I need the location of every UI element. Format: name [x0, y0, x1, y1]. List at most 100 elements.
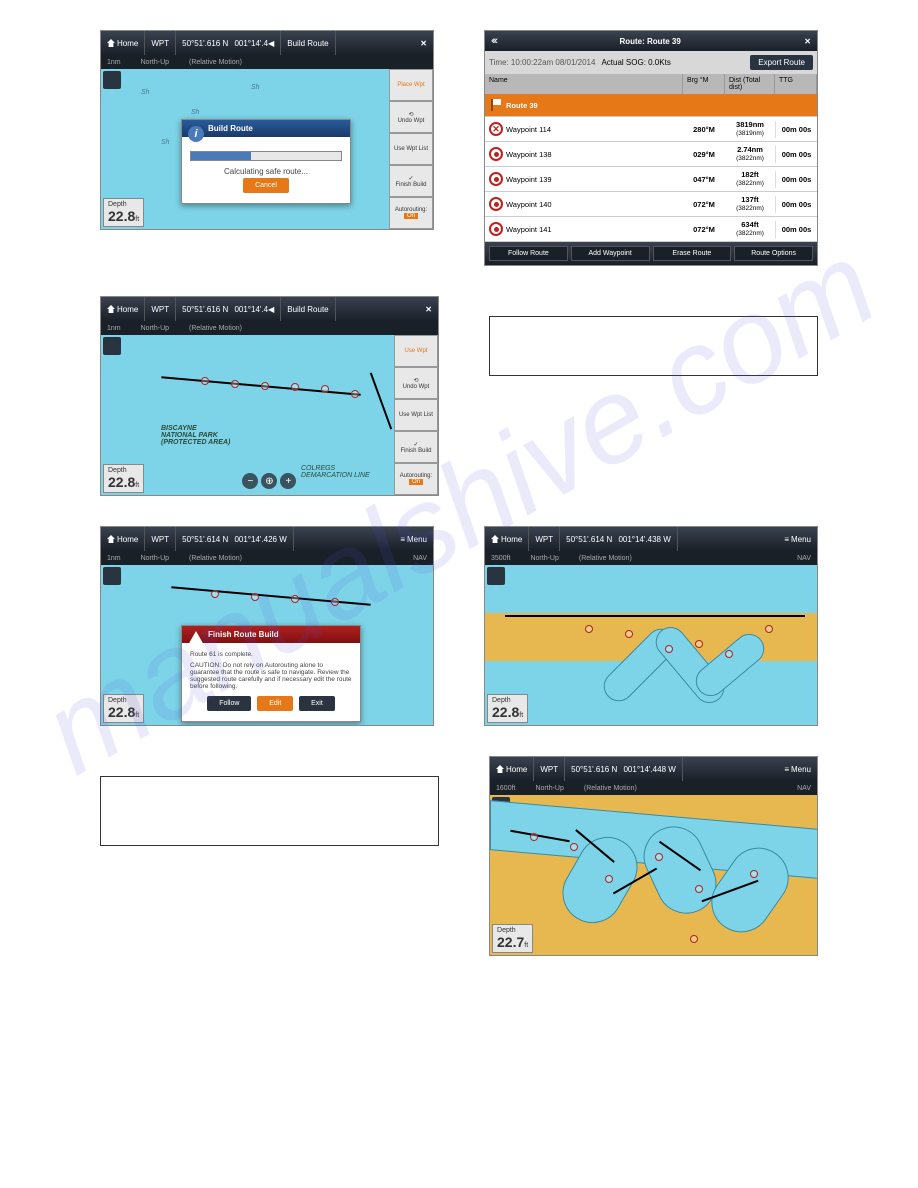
position-readout: 50°51'.614 N 001°14'.438 W: [560, 527, 678, 551]
wpt-button[interactable]: WPT: [529, 527, 560, 551]
chart-area[interactable]: BISCAYNE NATIONAL PARK (PROTECTED AREA) …: [101, 335, 438, 495]
waypoint-icon: [489, 172, 503, 186]
route-footer: Follow Route Add Waypoint Erase Route Ro…: [485, 242, 817, 265]
chart-label: BISCAYNE NATIONAL PARK (PROTECTED AREA): [161, 425, 230, 446]
zoom-in-button[interactable]: +: [280, 473, 296, 489]
autorouting-toggle[interactable]: Autorouting:On: [389, 197, 433, 229]
screenshot-river-wide: Home WPT 50°51'.614 N 001°14'.438 W ≡ Me…: [484, 526, 818, 726]
menu-button[interactable]: ≡ Menu: [778, 527, 817, 551]
ttg-cell: 00m 00s: [775, 121, 817, 138]
waypoint-name: Waypoint 114: [506, 125, 551, 134]
wpt-button[interactable]: WPT: [534, 757, 565, 781]
side-tools: Place Wpt ⟲Undo Wpt Use Wpt List ✓Finish…: [389, 69, 433, 229]
route-info-bar: Time: 10:00:22am 08/01/2014 Actual SOG: …: [485, 51, 817, 74]
screenshot-route-waypoints: Home WPT 50°51'.616 N 001°14'.4◀ Build R…: [100, 296, 439, 496]
table-row[interactable]: Waypoint 139047°M182ft(3822nm)00m 00s: [485, 167, 817, 192]
dialog-line1: Route 61 is complete.: [190, 651, 352, 658]
route-header: ‹‹‹ Route: Route 39 ✕: [485, 31, 817, 51]
chart-label: COLREGS DEMARCATION LINE: [301, 465, 370, 479]
menu-button[interactable]: ≡ Menu: [778, 757, 817, 781]
chart-area[interactable]: Depth22.8ft: [485, 565, 817, 725]
table-row[interactable]: Waypoint 141072°M634ft(3822nm)00m 00s: [485, 217, 817, 242]
home-label: Home: [117, 39, 138, 48]
menu-button[interactable]: ≡ Menu: [394, 527, 433, 551]
build-route-dialog: i Build Route Calculating safe route... …: [181, 119, 351, 204]
waypoint-icon: [489, 147, 503, 161]
distance-cell: 634ft(3822nm): [725, 217, 775, 241]
bearing-cell: 072°M: [683, 221, 725, 238]
chart-area[interactable]: Depth22.7ft: [490, 795, 817, 955]
waypoint-name: Waypoint 140: [506, 200, 552, 209]
route-time: Time: 10:00:22am 08/01/2014: [489, 58, 595, 67]
wpt-button[interactable]: WPT: [145, 297, 176, 321]
zoom-center-button[interactable]: ⊕: [261, 473, 277, 489]
edit-button[interactable]: Edit: [257, 696, 293, 711]
tool-btn[interactable]: [103, 337, 121, 355]
distance-cell: 182ft(3822nm): [725, 167, 775, 191]
dialog-message: Calculating safe route...: [190, 167, 342, 176]
home-button[interactable]: Home: [490, 757, 534, 781]
home-button[interactable]: Home: [485, 527, 529, 551]
table-row[interactable]: Waypoint 138029°M2.74nm(3822nm)00m 00s: [485, 142, 817, 167]
distance-cell: 137ft(3822nm): [725, 192, 775, 216]
screenshot-finish-dialog: Home WPT 50°51'.614 N 001°14'.426 W ≡ Me…: [100, 526, 434, 726]
undo-wpt-button[interactable]: ⟲Undo Wpt: [394, 367, 438, 399]
close-button[interactable]: ✕: [419, 297, 438, 321]
position-readout: 50°51'.614 N 001°14'.426 W: [176, 527, 294, 551]
close-button[interactable]: ✕: [414, 31, 433, 55]
waypoint-icon: [489, 222, 503, 236]
warning-icon: [188, 631, 204, 645]
depth-display: Depth 22.8ft: [103, 198, 144, 227]
home-button[interactable]: Home: [101, 297, 145, 321]
screenshot-river-zoom: Home WPT 50°51'.616 N 001°14'.448 W ≡ Me…: [489, 756, 818, 956]
use-wpt-list-button[interactable]: Use Wpt List: [389, 133, 433, 165]
home-button[interactable]: Home: [101, 527, 145, 551]
export-route-button[interactable]: Export Route: [750, 55, 813, 70]
table-header: Name Brg °M Dist (Total dist) TTG: [485, 74, 817, 94]
add-waypoint-button[interactable]: Add Waypoint: [571, 246, 650, 261]
wpt-button[interactable]: WPT: [145, 527, 176, 551]
chart-area[interactable]: Finish Route Build Route 61 is complete.…: [101, 565, 433, 725]
close-icon: ✕: [420, 39, 427, 48]
erase-route-button[interactable]: Erase Route: [653, 246, 732, 261]
route-table-panel: ‹‹‹ Route: Route 39 ✕ Time: 10:00:22am 0…: [484, 30, 818, 266]
depth-display: Depth22.8ft: [487, 694, 528, 723]
depth-display: Depth22.8ft: [103, 464, 144, 493]
autorouting-toggle[interactable]: Autorouting:On: [394, 463, 438, 495]
progress-bar: [190, 151, 342, 161]
zoom-out-button[interactable]: −: [242, 473, 258, 489]
chart-area[interactable]: ShSh ShSh Place Wpt ⟲Undo Wpt Use Wpt Li…: [101, 69, 433, 229]
tool-btn[interactable]: [103, 71, 121, 89]
bearing-cell: 047°M: [683, 171, 725, 188]
top-nav: Home WPT 50°51'.616 N 001°14'.4◀ Build R…: [101, 31, 433, 55]
position-readout: 50°51'.616 N 001°14'.4◀: [176, 297, 281, 321]
follow-route-button[interactable]: Follow Route: [489, 246, 568, 261]
wpt-button[interactable]: WPT: [145, 31, 176, 55]
table-row[interactable]: Waypoint 140072°M137ft(3822nm)00m 00s: [485, 192, 817, 217]
home-icon: [107, 305, 115, 313]
tool-btn[interactable]: [487, 567, 505, 585]
finish-build-button[interactable]: ✓Finish Build: [389, 165, 433, 197]
exit-button[interactable]: Exit: [299, 696, 335, 711]
route-options-button[interactable]: Route Options: [734, 246, 813, 261]
table-row[interactable]: Waypoint 114280°M3819nm(3819nm)00m 00s: [485, 117, 817, 142]
ttg-cell: 00m 00s: [775, 171, 817, 188]
follow-button[interactable]: Follow: [207, 696, 251, 711]
finish-build-button[interactable]: ✓Finish Build: [394, 431, 438, 463]
use-wpt-list-button[interactable]: Use Wpt List: [394, 399, 438, 431]
cancel-button[interactable]: Cancel: [243, 178, 289, 193]
waypoint-icon: [489, 197, 503, 211]
place-wpt-button[interactable]: Place Wpt: [389, 69, 433, 101]
info-icon: i: [188, 126, 204, 142]
status-bar: 1nmNorth-Up(Relative Motion): [101, 55, 433, 69]
home-button[interactable]: Home: [101, 31, 145, 55]
route-flag-icon: [489, 98, 503, 112]
use-wpt-button[interactable]: Use Wpt: [394, 335, 438, 367]
undo-wpt-button[interactable]: ⟲Undo Wpt: [389, 101, 433, 133]
close-icon[interactable]: ✕: [804, 37, 811, 46]
route-name-row[interactable]: Route 39: [485, 94, 817, 117]
tool-btn[interactable]: [103, 567, 121, 585]
bearing-cell: 280°M: [683, 121, 725, 138]
dialog-title: Build Route: [182, 120, 350, 137]
zoom-controls: − ⊕ +: [242, 473, 296, 489]
